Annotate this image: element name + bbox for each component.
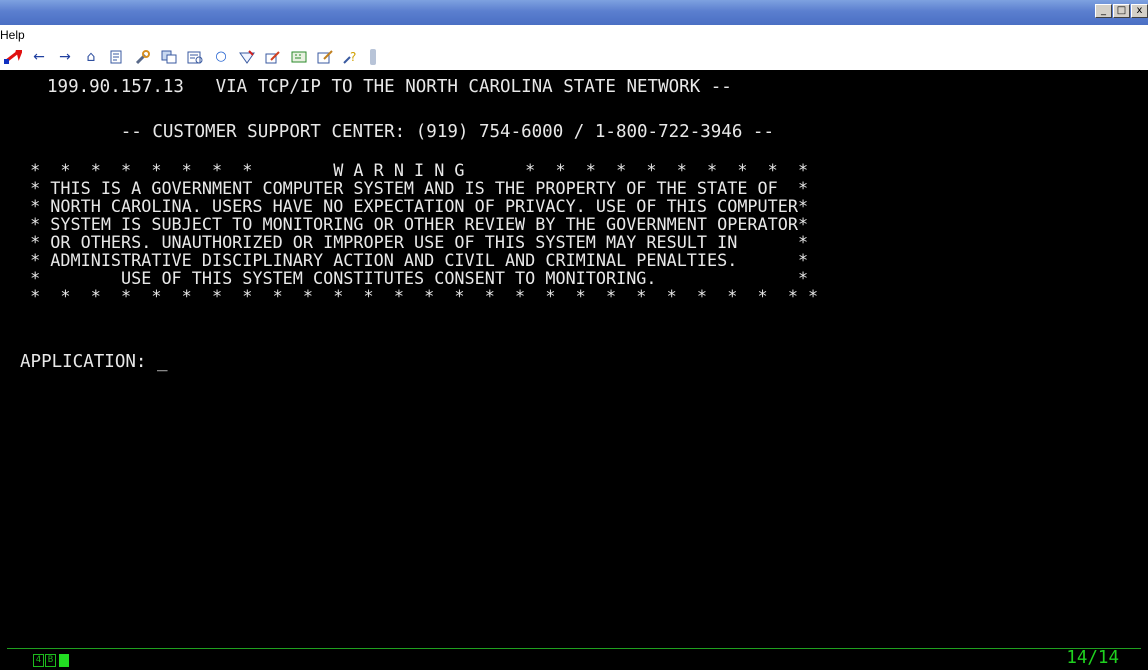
keyboard-status-indicator (59, 654, 69, 667)
warning-header: * * * * * * * * W A R N I N G * * * * * … (20, 160, 809, 180)
minimize-button[interactable]: _ (1095, 4, 1112, 18)
support-line: -- CUSTOMER SUPPORT CENTER: (919) 754-60… (47, 122, 774, 142)
application-prompt[interactable]: APPLICATION: _ (20, 351, 168, 373)
macro-icon[interactable] (238, 48, 256, 66)
connection-line: 199.90.157.13 VIA TCP/IP TO THE NORTH CA… (47, 77, 732, 97)
window-controls: _ □ x (1094, 4, 1148, 18)
tools-icon[interactable] (134, 48, 152, 66)
terminal-screen[interactable]: 199.90.157.13 VIA TCP/IP TO THE NORTH CA… (7, 70, 1141, 668)
warning-footer: * * * * * * * * * * * * * * * * * * * * … (20, 286, 819, 306)
warning-line: * SYSTEM IS SUBJECT TO MONITORING OR OTH… (20, 214, 809, 234)
menu-help[interactable]: Help (0, 28, 25, 42)
toolbar: ← → ⌂ ○ ? (0, 45, 1148, 70)
session-indicator: 4 (33, 654, 44, 667)
warning-line: * ADMINISTRATIVE DISCIPLINARY ACTION AND… (20, 250, 809, 270)
operator-info-area: 4 B (33, 654, 69, 667)
edit-icon[interactable] (264, 48, 282, 66)
color-icon[interactable] (316, 48, 334, 66)
paste-icon[interactable] (186, 48, 204, 66)
svg-text:?: ? (350, 50, 356, 64)
close-button[interactable]: x (1131, 4, 1148, 18)
status-bar: 4 B 14/14 (7, 648, 1141, 670)
menu-bar: Help (0, 25, 1148, 45)
warning-line: * NORTH CAROLINA. USERS HAVE NO EXPECTAT… (20, 196, 809, 216)
print-icon[interactable] (108, 48, 126, 66)
home-icon[interactable]: ⌂ (82, 48, 100, 66)
forward-arrow-icon[interactable]: → (56, 48, 74, 66)
keymap-icon[interactable] (290, 48, 308, 66)
cursor-position: 14/14 (1066, 648, 1119, 668)
warning-line: * OR OTHERS. UNAUTHORIZED OR IMPROPER US… (20, 232, 809, 252)
warning-line: * THIS IS A GOVERNMENT COMPUTER SYSTEM A… (20, 178, 809, 198)
connect-icon[interactable] (4, 48, 22, 66)
title-bar: _ □ x (0, 0, 1148, 25)
toolbar-overflow-handle[interactable] (370, 49, 376, 65)
record-icon[interactable]: ○ (212, 48, 230, 66)
maximize-button[interactable]: □ (1113, 4, 1130, 18)
copy-icon[interactable] (160, 48, 178, 66)
warning-line: * USE OF THIS SYSTEM CONSTITUTES CONSENT… (20, 268, 809, 288)
connection-indicator: B (45, 654, 56, 667)
help-icon[interactable]: ? (342, 48, 360, 66)
back-arrow-icon[interactable]: ← (30, 48, 48, 66)
